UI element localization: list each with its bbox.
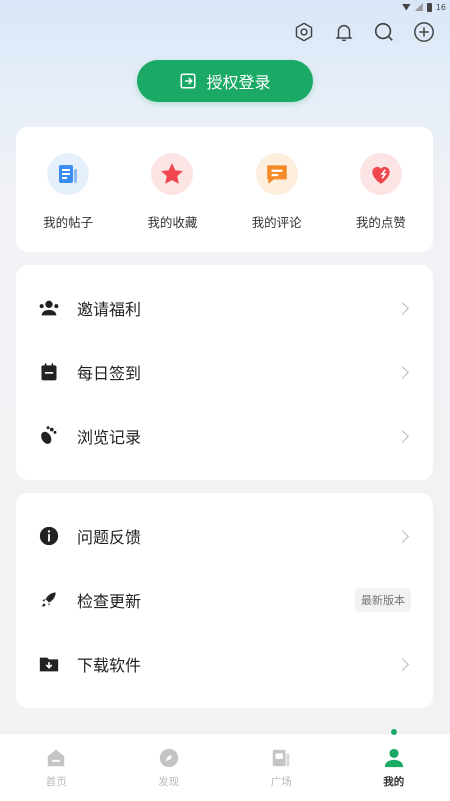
compass-icon xyxy=(157,746,181,770)
wifi-icon xyxy=(402,4,411,11)
tab-home[interactable]: 首页 xyxy=(0,734,113,801)
signal-icon xyxy=(415,3,423,11)
battery-icon xyxy=(427,3,432,12)
calendar-icon xyxy=(38,361,60,383)
status-time: 16 xyxy=(436,3,446,12)
tab-label: 广场 xyxy=(271,774,292,789)
menu-item-feedback[interactable]: 问题反馈 xyxy=(16,504,433,568)
my-comments-button[interactable]: 我的评论 xyxy=(232,153,322,231)
menu-item-check-update[interactable]: 检查更新 最新版本 xyxy=(16,568,433,632)
menu-item-label: 下载软件 xyxy=(77,652,398,676)
my-favorites-button[interactable]: 我的收藏 xyxy=(127,153,217,231)
info-icon xyxy=(38,525,60,547)
chevron-right-icon xyxy=(396,366,409,379)
chevron-right-icon xyxy=(396,302,409,315)
tab-discover[interactable]: 发现 xyxy=(113,734,226,801)
home-icon xyxy=(44,746,68,770)
active-indicator-dot xyxy=(391,729,397,735)
menu-item-label: 每日签到 xyxy=(77,360,398,384)
login-icon xyxy=(179,72,197,90)
my-posts-button[interactable]: 我的帖子 xyxy=(23,153,113,231)
version-badge: 最新版本 xyxy=(355,588,411,612)
tab-mine[interactable]: 我的 xyxy=(338,734,450,801)
menu-item-download[interactable]: 下载软件 xyxy=(16,632,433,696)
settings-icon[interactable] xyxy=(292,20,316,44)
menu-group-1: 邀请福利 每日签到 浏览记录 xyxy=(16,265,433,480)
header-actions xyxy=(292,20,436,44)
tab-square[interactable]: 广场 xyxy=(225,734,338,801)
add-icon[interactable] xyxy=(412,20,436,44)
comment-icon xyxy=(256,153,298,195)
menu-group-2: 问题反馈 检查更新 最新版本 下载软件 xyxy=(16,493,433,708)
chevron-right-icon xyxy=(396,430,409,443)
tab-label: 我的 xyxy=(383,774,404,789)
invite-icon xyxy=(38,297,60,319)
menu-item-history[interactable]: 浏览记录 xyxy=(16,404,433,468)
bell-icon[interactable] xyxy=(332,20,356,44)
my-likes-button[interactable]: 我的点赞 xyxy=(336,153,426,231)
login-button-label: 授权登录 xyxy=(206,69,270,93)
rocket-icon xyxy=(38,589,60,611)
status-bar: 16 xyxy=(402,0,450,14)
search-icon[interactable] xyxy=(372,20,396,44)
menu-item-label: 检查更新 xyxy=(77,588,355,612)
chevron-right-icon xyxy=(396,658,409,671)
bottom-tab-bar: 首页 发现 广场 我的 xyxy=(0,733,450,801)
my-posts-label: 我的帖子 xyxy=(43,212,93,231)
my-comments-label: 我的评论 xyxy=(252,212,302,231)
my-favorites-label: 我的收藏 xyxy=(147,212,197,231)
tab-label: 首页 xyxy=(46,774,67,789)
menu-item-label: 浏览记录 xyxy=(77,424,398,448)
menu-item-checkin[interactable]: 每日签到 xyxy=(16,340,433,404)
login-button[interactable]: 授权登录 xyxy=(137,60,313,102)
square-icon xyxy=(269,746,293,770)
footprint-icon xyxy=(38,425,60,447)
menu-item-label: 邀请福利 xyxy=(77,296,398,320)
person-icon xyxy=(382,746,406,770)
tab-label: 发现 xyxy=(158,774,179,789)
menu-item-invite[interactable]: 邀请福利 xyxy=(16,276,433,340)
quick-actions-card: 我的帖子 我的收藏 我的评论 我的点赞 xyxy=(16,127,433,252)
my-likes-label: 我的点赞 xyxy=(356,212,406,231)
download-folder-icon xyxy=(38,653,60,675)
star-icon xyxy=(151,153,193,195)
menu-item-label: 问题反馈 xyxy=(77,524,398,548)
heart-icon xyxy=(360,153,402,195)
chevron-right-icon xyxy=(396,530,409,543)
post-icon xyxy=(47,153,89,195)
